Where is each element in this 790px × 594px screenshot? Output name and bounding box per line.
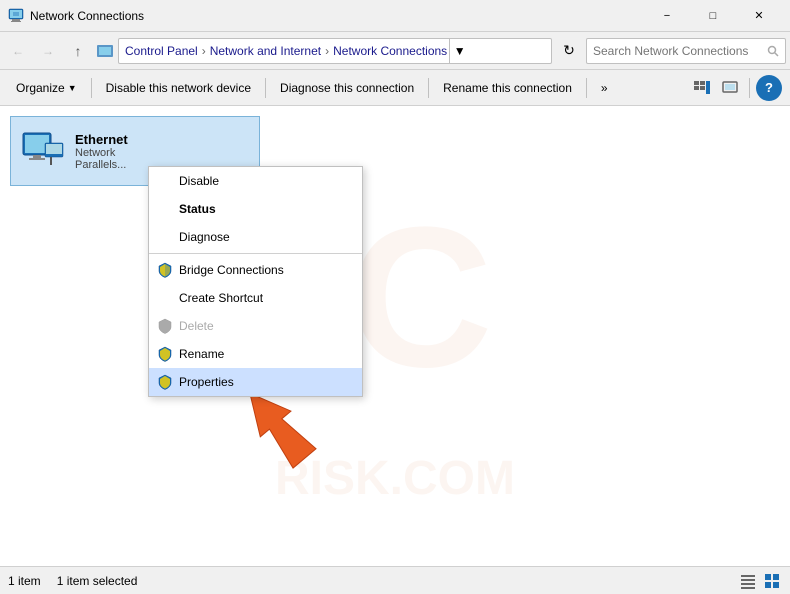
close-button[interactable]: ✕: [736, 0, 782, 32]
selected-count: 1 item selected: [57, 574, 138, 588]
preview-icon: [721, 80, 739, 96]
item-count: 1 item: [8, 574, 41, 588]
breadcrumb-dropdown-arrow[interactable]: ▼: [449, 38, 469, 64]
toolbar-separator-4: [586, 78, 587, 98]
toolbar: Organize ▼ Disable this network device D…: [0, 70, 790, 106]
breadcrumb-network-internet[interactable]: Network and Internet: [210, 44, 321, 58]
breadcrumb-home-icon: [96, 42, 114, 60]
shield-icon-bridge: [157, 262, 173, 278]
toolbar-separator-1: [91, 78, 92, 98]
title-bar-title: Network Connections: [30, 9, 644, 23]
breadcrumb[interactable]: Control Panel › Network and Internet › N…: [118, 38, 552, 64]
toolbar-view-buttons: [689, 75, 743, 101]
ctx-bridge[interactable]: Bridge Connections: [149, 256, 362, 284]
main-content: PC RISK.COM Ethernet Network Parallels..…: [0, 106, 790, 566]
up-button[interactable]: ↑: [64, 37, 92, 65]
rename-button[interactable]: Rename this connection: [435, 74, 580, 102]
search-box[interactable]: [586, 38, 786, 64]
details-view-button[interactable]: [762, 571, 782, 591]
address-bar: ← → ↑ Control Panel › Network and Intern…: [0, 32, 790, 70]
forward-button[interactable]: →: [34, 37, 62, 65]
view-options-button[interactable]: [689, 75, 715, 101]
title-bar-controls: − □ ✕: [644, 0, 782, 32]
show-preview-button[interactable]: [717, 75, 743, 101]
toolbar-separator-2: [265, 78, 266, 98]
shield-icon-delete: [157, 318, 173, 334]
minimize-button[interactable]: −: [644, 0, 690, 32]
view-options-icon: [693, 80, 711, 96]
title-bar-icon: [8, 8, 24, 24]
ctx-separator-1: [149, 253, 362, 254]
network-info: Ethernet Network Parallels...: [75, 132, 128, 171]
refresh-button[interactable]: ↻: [556, 38, 582, 64]
search-input[interactable]: [593, 44, 767, 58]
shield-icon-rename: [157, 346, 173, 362]
ctx-rename[interactable]: Rename: [149, 340, 362, 368]
network-name: Ethernet: [75, 132, 128, 147]
toolbar-separator-3: [428, 78, 429, 98]
toolbar-separator-5: [749, 78, 750, 98]
ctx-shortcut[interactable]: Create Shortcut: [149, 284, 362, 312]
back-button[interactable]: ←: [4, 37, 32, 65]
ctx-status[interactable]: Status: [149, 195, 362, 223]
search-icon: [767, 45, 779, 57]
help-button[interactable]: ?: [756, 75, 782, 101]
list-view-icon: [740, 573, 756, 589]
maximize-button[interactable]: □: [690, 0, 736, 32]
breadcrumb-control-panel[interactable]: Control Panel: [125, 44, 198, 58]
details-view-icon: [764, 573, 780, 589]
disable-network-button[interactable]: Disable this network device: [98, 74, 259, 102]
status-bar: 1 item 1 item selected: [0, 566, 790, 594]
title-bar: Network Connections − □ ✕: [0, 0, 790, 32]
more-button[interactable]: »: [593, 74, 616, 102]
network-type: Network: [75, 147, 128, 159]
network-subtype: Parallels...: [75, 159, 128, 171]
shield-icon-properties: [157, 374, 173, 390]
ctx-properties[interactable]: Properties: [149, 368, 362, 396]
ctx-disable[interactable]: Disable: [149, 167, 362, 195]
ctx-diagnose[interactable]: Diagnose: [149, 223, 362, 251]
list-view-button[interactable]: [738, 571, 758, 591]
ctx-delete: Delete: [149, 312, 362, 340]
diagnose-button[interactable]: Diagnose this connection: [272, 74, 422, 102]
organize-button[interactable]: Organize ▼: [8, 74, 85, 102]
context-menu: Disable Status Diagnose Bridge Connectio…: [148, 166, 363, 397]
breadcrumb-network-connections[interactable]: Network Connections: [333, 44, 447, 58]
status-bar-right: [738, 571, 782, 591]
ethernet-icon: [19, 127, 67, 175]
